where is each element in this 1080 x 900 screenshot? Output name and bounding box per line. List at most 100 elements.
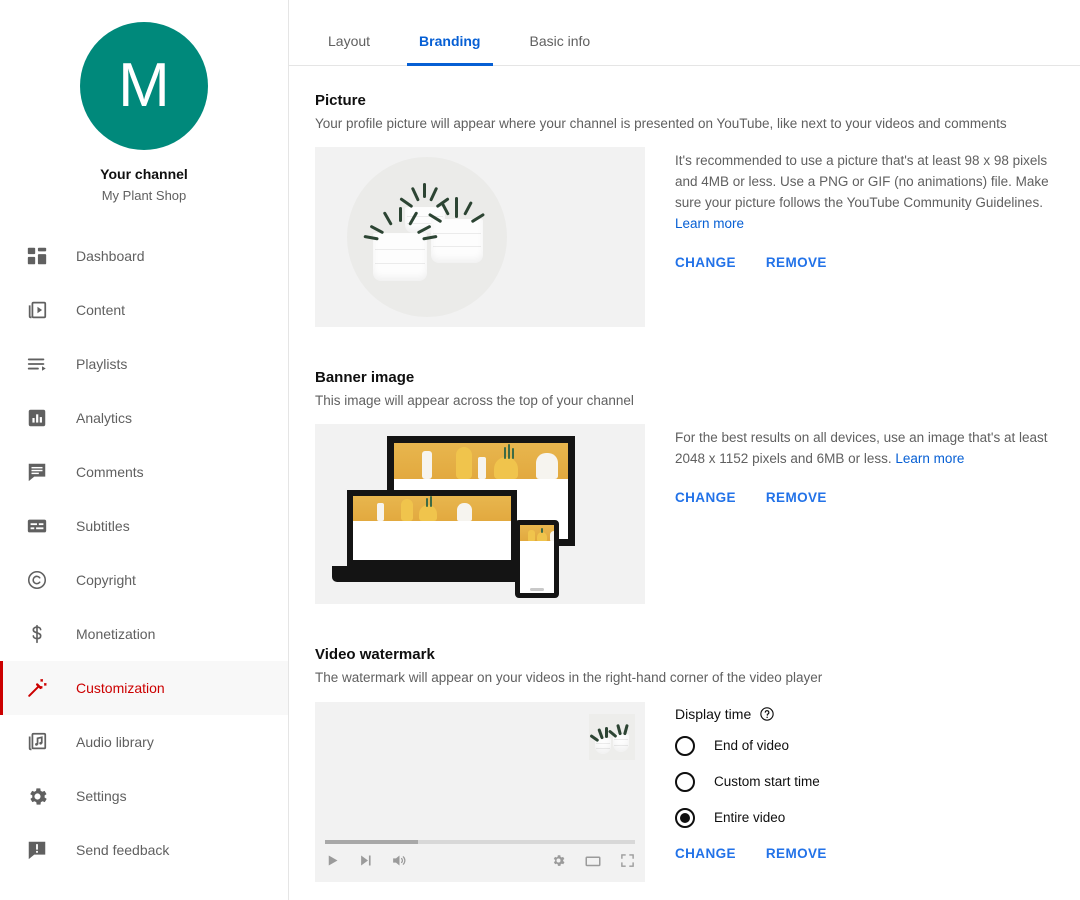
play-icon[interactable]	[325, 853, 340, 868]
sidebar-item-label: Settings	[76, 788, 127, 804]
sidebar-item-label: Analytics	[76, 410, 133, 426]
sidebar-item-label: Content	[76, 302, 126, 318]
playlists-icon	[24, 351, 50, 377]
profile-picture-image	[347, 157, 507, 318]
avatar[interactable]: M	[80, 22, 208, 150]
display-time-title: Display time	[675, 706, 1075, 722]
branding-panel: Picture Your profile picture will appear…	[289, 66, 1080, 882]
banner-artwork	[520, 525, 554, 542]
picture-actions: CHANGE REMOVE	[675, 255, 1075, 270]
sidebar-item-send-feedback[interactable]: Send feedback	[0, 823, 288, 877]
settings-gear-icon[interactable]	[551, 853, 566, 868]
sidebar-item-label: Copyright	[76, 572, 136, 588]
banner-help-panel: For the best results on all devices, use…	[675, 424, 1075, 505]
watermark-thumbnail	[589, 713, 635, 760]
sidebar-item-comments[interactable]: Comments	[0, 445, 288, 499]
sidebar-item-label: Audio library	[76, 734, 154, 750]
next-icon[interactable]	[358, 853, 373, 868]
radio-label: Entire video	[714, 810, 786, 826]
watermark-options-panel: Display time End of video Custom start t…	[675, 702, 1075, 861]
radio-label: Custom start time	[714, 774, 820, 790]
banner-remove-button[interactable]: REMOVE	[766, 490, 827, 505]
progress-bar-fill	[325, 839, 418, 844]
comments-icon	[24, 459, 50, 485]
picture-remove-button[interactable]: REMOVE	[766, 255, 827, 270]
sidebar-item-label: Monetization	[76, 626, 156, 642]
gear-icon	[24, 783, 50, 809]
sidebar-item-label: Comments	[76, 464, 144, 480]
sidebar-nav: Dashboard Content Playlists Analytics Co…	[0, 229, 288, 877]
plant-pot	[373, 233, 427, 282]
sidebar-item-dashboard[interactable]: Dashboard	[0, 229, 288, 283]
laptop-base	[332, 566, 532, 583]
sidebar-item-label: Customization	[76, 680, 165, 696]
radio-label: End of video	[714, 738, 790, 754]
channel-block: M Your channel My Plant Shop	[0, 0, 288, 203]
sidebar-item-settings[interactable]: Settings	[0, 769, 288, 823]
tab-label: Branding	[419, 33, 481, 49]
sidebar-item-analytics[interactable]: Analytics	[0, 391, 288, 445]
tab-branding[interactable]: Branding	[407, 33, 493, 66]
sidebar-item-label: Playlists	[76, 356, 128, 372]
sidebar-item-subtitles[interactable]: Subtitles	[0, 499, 288, 553]
fullscreen-icon[interactable]	[620, 853, 635, 868]
sidebar-item-content[interactable]: Content	[0, 283, 288, 337]
radio-button-selected[interactable]	[675, 807, 695, 828]
radio-end-of-video[interactable]: End of video	[675, 735, 1075, 756]
picture-help-panel: It's recommended to use a picture that's…	[675, 147, 1075, 270]
copyright-icon	[24, 567, 50, 593]
banner-title: Banner image	[315, 369, 415, 387]
banner-device-mockup	[315, 424, 645, 604]
tab-label: Basic info	[529, 33, 591, 49]
watermark-description: The watermark will appear on your videos…	[315, 670, 823, 686]
watermark-player-preview[interactable]	[315, 701, 645, 882]
theater-mode-icon[interactable]	[584, 852, 602, 870]
picture-help-text: It's recommended to use a picture that's…	[675, 151, 1067, 235]
banner-help-body: For the best results on all devices, use…	[675, 430, 1048, 467]
radio-button[interactable]	[675, 735, 695, 756]
tab-basic-info[interactable]: Basic info	[518, 33, 603, 65]
watermark-change-button[interactable]: CHANGE	[675, 846, 736, 861]
content-icon	[24, 297, 50, 323]
banner-help-text: For the best results on all devices, use…	[675, 428, 1067, 470]
picture-description: Your profile picture will appear where y…	[315, 116, 1007, 131]
phone-home-indicator	[530, 588, 544, 592]
banner-actions: CHANGE REMOVE	[675, 490, 1075, 505]
watermark-actions: CHANGE REMOVE	[675, 846, 1075, 861]
learn-more-link[interactable]: Learn more	[895, 451, 964, 466]
progress-bar[interactable]	[325, 839, 635, 844]
phone-mockup	[515, 520, 559, 599]
help-icon[interactable]	[759, 706, 775, 722]
analytics-icon	[24, 405, 50, 431]
banner-change-button[interactable]: CHANGE	[675, 490, 736, 505]
youtube-studio-window: M Your channel My Plant Shop Dashboard C…	[0, 0, 1080, 900]
radio-button[interactable]	[675, 771, 695, 792]
channel-name: My Plant Shop	[101, 188, 187, 203]
picture-change-button[interactable]: CHANGE	[675, 255, 736, 270]
sidebar-item-monetization[interactable]: Monetization	[0, 607, 288, 661]
tab-bar: Layout Branding Basic info	[289, 0, 1080, 66]
channel-label: Your channel	[100, 166, 188, 182]
avatar-initial: M	[118, 51, 170, 120]
display-time-label: Display time	[675, 705, 752, 722]
profile-picture-preview[interactable]	[315, 147, 645, 328]
watermark-section: Video watermark The watermark will appea…	[315, 646, 1080, 882]
picture-help-body: It's recommended to use a picture that's…	[675, 153, 1049, 211]
radio-custom-start-time[interactable]: Custom start time	[675, 771, 1075, 792]
banner-section: Banner image This image will appear acro…	[315, 369, 1080, 605]
radio-entire-video[interactable]: Entire video	[675, 807, 1075, 828]
sidebar-item-playlists[interactable]: Playlists	[0, 337, 288, 391]
sidebar-item-customization[interactable]: Customization	[0, 661, 288, 715]
dashboard-icon	[24, 243, 50, 269]
sidebar-item-label: Send feedback	[76, 842, 170, 858]
learn-more-link[interactable]: Learn more	[675, 216, 744, 231]
magic-wand-icon	[24, 675, 50, 701]
volume-icon[interactable]	[391, 852, 408, 869]
banner-image-preview[interactable]	[315, 424, 645, 605]
watermark-remove-button[interactable]: REMOVE	[766, 846, 827, 861]
sidebar-item-audio-library[interactable]: Audio library	[0, 715, 288, 769]
sidebar-item-copyright[interactable]: Copyright	[0, 553, 288, 607]
sidebar-item-label: Dashboard	[76, 248, 145, 264]
tab-layout[interactable]: Layout	[316, 33, 382, 65]
laptop-mockup	[332, 490, 532, 583]
